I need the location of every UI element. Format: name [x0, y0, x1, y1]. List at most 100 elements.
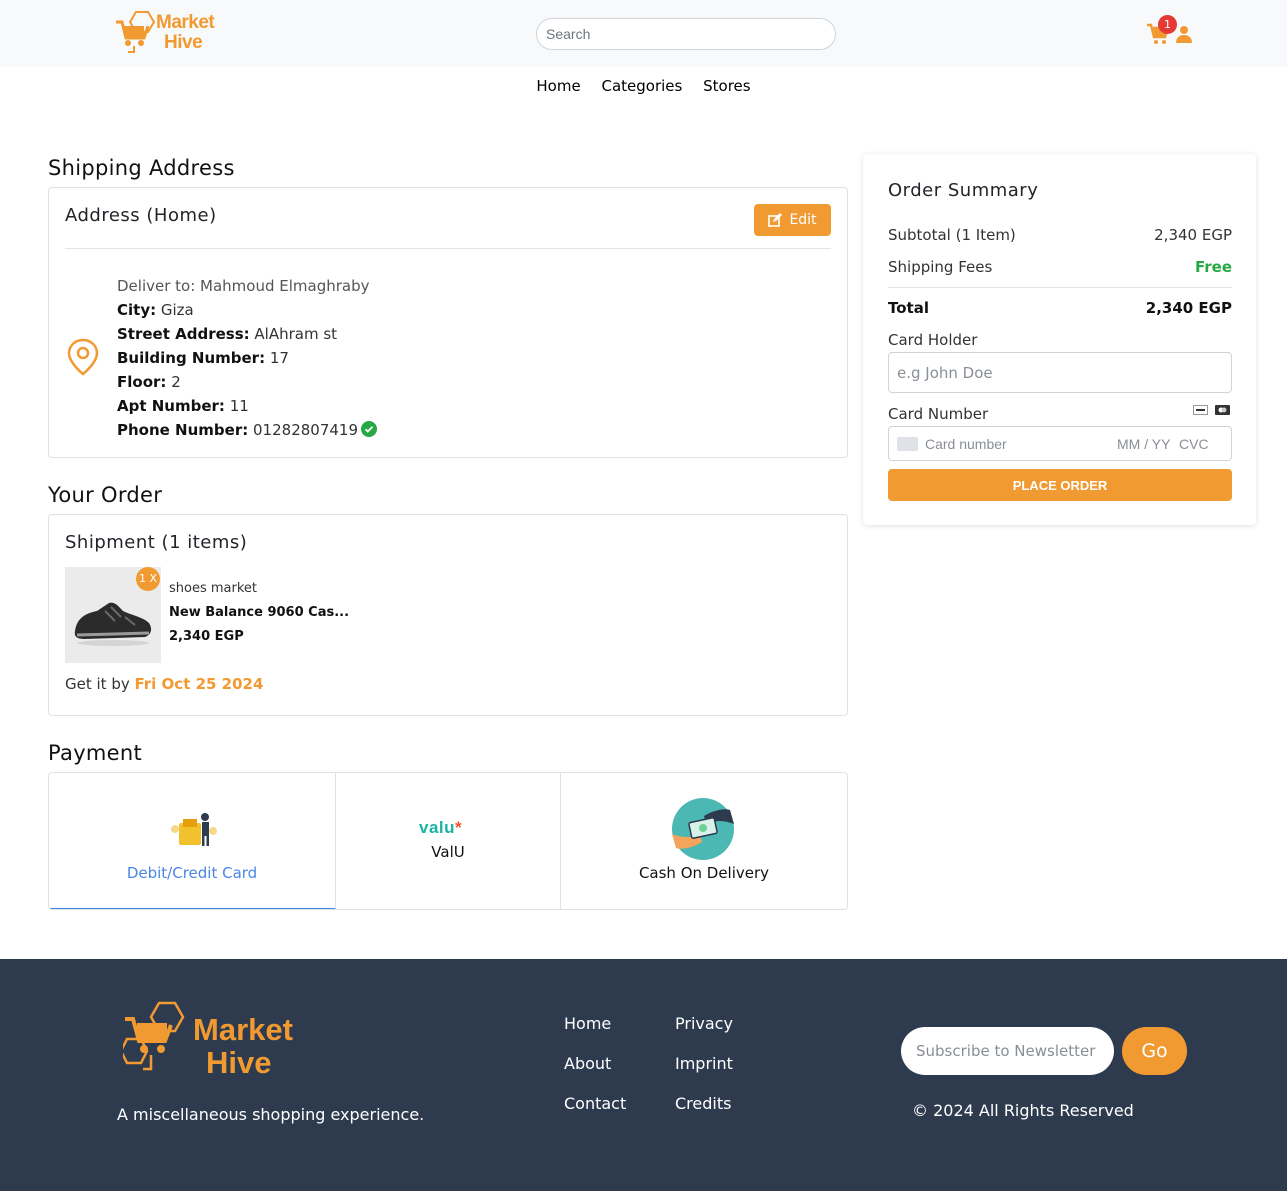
card-brands: [1193, 405, 1230, 415]
edit-address-button[interactable]: Edit: [754, 204, 831, 236]
edit-icon: [768, 213, 783, 227]
deliver-to: Deliver to: Mahmoud Elmaghraby: [117, 277, 370, 295]
footer-link-credits[interactable]: Credits: [675, 1094, 731, 1113]
shipment-card: Shipment (1 items) 1 X shoes market New …: [48, 514, 848, 716]
city-value: Giza: [160, 301, 194, 319]
floor-line: Floor: 2: [117, 370, 377, 394]
payment-heading: Payment: [48, 741, 143, 765]
total-label: Total: [888, 299, 929, 317]
edit-label: Edit: [789, 212, 817, 228]
logo-hive-icon: [116, 11, 156, 53]
footer-logo-line2: Hive: [206, 1045, 272, 1080]
apt-line: Apt Number: 11: [117, 394, 377, 418]
nav-categories[interactable]: Categories: [601, 77, 682, 95]
payment-option-valu-label: ValU: [431, 843, 465, 861]
footer-logo[interactable]: Market Hive: [119, 1001, 308, 1081]
building-line: Building Number: 17: [117, 346, 377, 370]
building-value: 17: [269, 349, 289, 367]
delivery-date: Fri Oct 25 2024: [134, 675, 264, 693]
footer-logo-hive-icon: [119, 1001, 185, 1071]
street-value: AlAhram st: [254, 325, 338, 343]
visa-icon: [1193, 405, 1208, 415]
verified-check-icon: [361, 421, 377, 437]
divider: [888, 287, 1232, 288]
street-label: Street Address:: [117, 325, 250, 343]
building-label: Building Number:: [117, 349, 266, 367]
place-order-button[interactable]: PLACE ORDER: [888, 469, 1232, 501]
subtotal-label: Subtotal (1 Item): [888, 226, 1016, 244]
payment-option-valu[interactable]: valu* ValU: [336, 773, 561, 909]
footer-link-contact[interactable]: Contact: [564, 1094, 626, 1113]
cash-hand-icon: [672, 798, 734, 860]
shipping-fees-label: Shipping Fees: [888, 258, 993, 276]
card-expiry-placeholder[interactable]: MM / YY: [1117, 436, 1170, 452]
payment-option-cod[interactable]: Cash On Delivery: [561, 773, 847, 909]
copyright: © 2024 All Rights Reserved: [912, 1101, 1134, 1120]
total-row: Total 2,340 EGP: [888, 299, 1232, 317]
search-input[interactable]: [536, 18, 836, 50]
valu-star-icon: *: [455, 818, 463, 837]
card-cvc-placeholder[interactable]: CVC: [1179, 436, 1209, 452]
newsletter-input[interactable]: [901, 1027, 1114, 1075]
card-icon: [897, 437, 918, 451]
address-card: Address (Home) Edit Deliver to: Mahmoud …: [48, 187, 848, 458]
credit-card-wallet-icon: [171, 813, 217, 846]
your-order-heading: Your Order: [48, 483, 163, 507]
delivery-estimate: Get it by Fri Oct 25 2024: [65, 675, 263, 693]
product-name[interactable]: New Balance 9060 Cas...: [169, 605, 349, 620]
footer-link-home[interactable]: Home: [564, 1014, 611, 1033]
footer-link-imprint[interactable]: Imprint: [675, 1054, 733, 1073]
order-summary-title: Order Summary: [888, 180, 1039, 201]
apt-label: Apt Number:: [117, 397, 225, 415]
mastercard-icon: [1215, 405, 1230, 415]
valu-logo: valu*: [419, 818, 462, 838]
footer-logo-text: Market Hive: [193, 1013, 293, 1079]
order-summary: Order Summary Subtotal (1 Item) 2,340 EG…: [863, 154, 1256, 525]
card-number-placeholder: Card number: [925, 436, 1007, 452]
logo-line1: Market: [156, 12, 215, 33]
subtotal-row: Subtotal (1 Item) 2,340 EGP: [888, 226, 1232, 244]
user-icon[interactable]: [1176, 25, 1192, 43]
quantity-badge: 1 X: [136, 567, 160, 591]
phone-label: Phone Number:: [117, 421, 249, 439]
floor-value: 2: [171, 373, 181, 391]
footer-link-privacy[interactable]: Privacy: [675, 1014, 733, 1033]
shipping-fees-row: Shipping Fees Free: [888, 258, 1232, 276]
card-number-field[interactable]: Card number MM / YY CVC: [888, 426, 1232, 461]
payment-option-card-label: Debit/Credit Card: [126, 864, 258, 882]
newsletter-go-button[interactable]: Go: [1122, 1027, 1187, 1075]
cart-count-badge: 1: [1158, 15, 1177, 34]
payment-options: Debit/Credit Card valu* ValU Cash On Del…: [48, 772, 848, 910]
footer-tagline: A miscellaneous shopping experience.: [117, 1105, 425, 1124]
product-store[interactable]: shoes market: [169, 581, 257, 596]
address-details: Deliver to: Mahmoud Elmaghraby City: Giz…: [117, 274, 377, 442]
payment-option-card[interactable]: Debit/Credit Card: [49, 773, 336, 909]
street-line: Street Address: AlAhram st: [117, 322, 377, 346]
valu-logo-text: valu: [419, 818, 456, 837]
nav-home[interactable]: Home: [536, 77, 580, 95]
shipment-title: Shipment (1 items): [65, 532, 248, 553]
footer-link-about[interactable]: About: [564, 1054, 611, 1073]
divider: [65, 248, 831, 249]
total-value: 2,340 EGP: [1145, 299, 1232, 317]
logo-text: Market Hive: [156, 12, 215, 53]
phone-value: 01282807419: [253, 421, 358, 439]
apt-value: 11: [229, 397, 249, 415]
card-holder-input[interactable]: [888, 352, 1232, 393]
payment-option-cod-label: Cash On Delivery: [638, 864, 770, 882]
location-pin-icon: [67, 338, 99, 376]
city-line: City: Giza: [117, 298, 377, 322]
get-it-by-label: Get it by: [65, 675, 130, 693]
address-card-title: Address (Home): [65, 205, 217, 226]
shipping-address-heading: Shipping Address: [48, 156, 235, 180]
footer: Market Hive A miscellaneous shopping exp…: [0, 959, 1287, 1191]
main-nav: Home Categories Stores: [0, 77, 1287, 95]
market-hive-logo[interactable]: Market Hive: [114, 10, 224, 58]
subtotal-value: 2,340 EGP: [1154, 226, 1232, 244]
shipping-fees-value: Free: [1194, 258, 1232, 276]
floor-label: Floor:: [117, 373, 167, 391]
top-bar: Market Hive 1: [0, 0, 1287, 67]
phone-line: Phone Number: 01282807419: [117, 418, 377, 442]
card-number-label: Card Number: [888, 405, 989, 423]
nav-stores[interactable]: Stores: [703, 77, 750, 95]
